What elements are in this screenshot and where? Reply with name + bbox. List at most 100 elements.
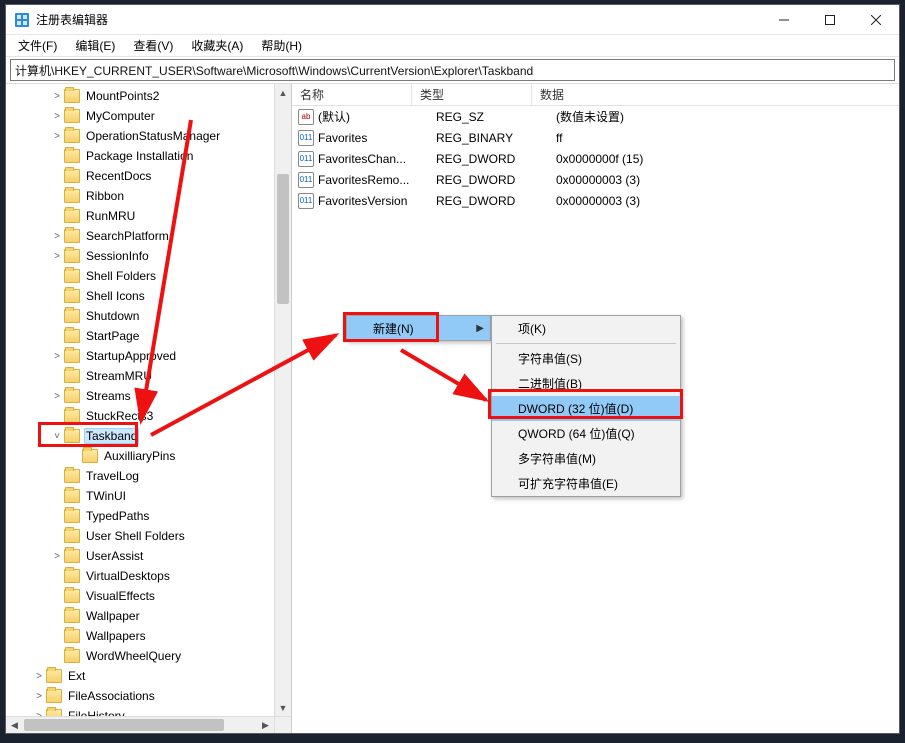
submenu-item-key[interactable]: 项(K): [492, 316, 680, 341]
tree-item[interactable]: >VisualEffects: [6, 586, 291, 606]
folder-icon: [64, 429, 80, 443]
context-item-new[interactable]: 新建(N) ▶: [347, 316, 490, 340]
folder-icon: [64, 489, 80, 503]
scroll-up-button[interactable]: ▲: [275, 84, 291, 101]
tree-item[interactable]: >RunMRU: [6, 206, 291, 226]
scroll-left-button[interactable]: ◀: [6, 717, 23, 733]
menu-file[interactable]: 文件(F): [12, 36, 63, 55]
tree-item[interactable]: >StartupApproved: [6, 346, 291, 366]
menu-favorites[interactable]: 收藏夹(A): [185, 36, 249, 55]
folder-icon: [64, 409, 80, 423]
tree-item[interactable]: >VirtualDesktops: [6, 566, 291, 586]
tree-item[interactable]: > SessionInfo: [6, 246, 291, 266]
maximize-button[interactable]: [807, 5, 853, 35]
value-data: ff: [548, 131, 899, 145]
chevron-right-icon[interactable]: >: [50, 351, 64, 362]
tree-item[interactable]: >TravelLog: [6, 466, 291, 486]
tree-item[interactable]: >Shell Folders: [6, 266, 291, 286]
column-data[interactable]: 数据: [532, 84, 899, 105]
minimize-button[interactable]: [761, 5, 807, 35]
tree-item[interactable]: >AuxilliaryPins: [6, 446, 291, 466]
tree-item[interactable]: >StuckRects3: [6, 406, 291, 426]
chevron-right-icon[interactable]: >: [50, 391, 64, 402]
chevron-right-icon[interactable]: >: [32, 671, 46, 682]
tree-item[interactable]: >Wallpapers: [6, 626, 291, 646]
column-name[interactable]: 名称: [292, 84, 412, 105]
menu-view[interactable]: 查看(V): [127, 36, 179, 55]
menu-separator: [496, 343, 676, 344]
scroll-thumb[interactable]: [277, 174, 289, 304]
chevron-right-icon[interactable]: >: [50, 111, 64, 122]
scroll-h-thumb[interactable]: [24, 719, 224, 731]
address-bar[interactable]: 计算机\HKEY_CURRENT_USER\Software\Microsoft…: [10, 59, 895, 81]
tree-item[interactable]: >TWinUI: [6, 486, 291, 506]
chevron-right-icon[interactable]: >: [50, 91, 64, 102]
tree-item-label: User Shell Folders: [84, 529, 187, 543]
tree-item[interactable]: >RecentDocs: [6, 166, 291, 186]
folder-icon: [82, 449, 98, 463]
submenu-item-dword[interactable]: DWORD (32 位)值(D): [492, 396, 680, 421]
titlebar[interactable]: 注册表编辑器: [6, 5, 899, 35]
close-icon: [871, 15, 881, 25]
chevron-right-icon[interactable]: >: [50, 231, 64, 242]
tree-item[interactable]: >FileAssociations: [6, 686, 291, 706]
submenu-item-qword[interactable]: QWORD (64 位)值(Q): [492, 421, 680, 446]
list-row[interactable]: ab(默认)REG_SZ(数值未设置): [292, 106, 899, 127]
tree-item-label: Ribbon: [84, 189, 126, 203]
tree-item[interactable]: >Streams: [6, 386, 291, 406]
binary-value-icon: 011: [298, 151, 314, 167]
tree-item-label: SearchPlatform: [84, 229, 171, 243]
tree-item[interactable]: >Ribbon: [6, 186, 291, 206]
list-row[interactable]: 011FavoritesChan...REG_DWORD0x0000000f (…: [292, 148, 899, 169]
folder-icon: [46, 669, 62, 683]
list-row[interactable]: 011FavoritesVersionREG_DWORD0x00000003 (…: [292, 190, 899, 211]
tree-item[interactable]: >User Shell Folders: [6, 526, 291, 546]
tree-item[interactable]: >Shutdown: [6, 306, 291, 326]
submenu-item-binary[interactable]: 二进制值(B): [492, 371, 680, 396]
menu-edit[interactable]: 编辑(E): [69, 36, 121, 55]
tree-item[interactable]: >Shell Icons: [6, 286, 291, 306]
tree-item-label: SessionInfo: [84, 249, 151, 263]
list-row[interactable]: 011FavoritesRemo...REG_DWORD0x00000003 (…: [292, 169, 899, 190]
menu-help[interactable]: 帮助(H): [255, 36, 308, 55]
list-row[interactable]: 011FavoritesREG_BINARYff: [292, 127, 899, 148]
tree-list: >MountPoints2>MyComputer>OperationStatus…: [6, 84, 291, 728]
tree-horizontal-scrollbar[interactable]: ◀ ▶: [6, 716, 291, 733]
tree-item[interactable]: >StartPage: [6, 326, 291, 346]
submenu-item-expand[interactable]: 可扩充字符串值(E): [492, 471, 680, 496]
tree-item[interactable]: >TypedPaths: [6, 506, 291, 526]
folder-icon: [64, 649, 80, 663]
tree-vertical-scrollbar[interactable]: ▲ ▼: [274, 84, 291, 716]
tree-item[interactable]: >MountPoints2: [6, 86, 291, 106]
chevron-right-icon[interactable]: >: [32, 691, 46, 702]
chevron-right-icon[interactable]: >: [50, 251, 64, 262]
string-value-icon: ab: [298, 109, 314, 125]
folder-icon: [64, 269, 80, 283]
chevron-right-icon[interactable]: >: [50, 131, 64, 142]
scroll-down-button[interactable]: ▼: [275, 699, 291, 716]
tree-item[interactable]: >MyComputer: [6, 106, 291, 126]
tree-item[interactable]: >OperationStatusManager: [6, 126, 291, 146]
folder-icon: [64, 169, 80, 183]
tree-item[interactable]: > SearchPlatform: [6, 226, 291, 246]
column-type[interactable]: 类型: [412, 84, 532, 105]
chevron-down-icon[interactable]: ˅: [50, 431, 64, 442]
close-button[interactable]: [853, 5, 899, 35]
tree-item[interactable]: >StreamMRU: [6, 366, 291, 386]
folder-icon: [64, 509, 80, 523]
folder-icon: [46, 689, 62, 703]
tree-item[interactable]: >WordWheelQuery: [6, 646, 291, 666]
tree-item[interactable]: >Wallpaper: [6, 606, 291, 626]
folder-icon: [64, 189, 80, 203]
submenu-item-multi[interactable]: 多字符串值(M): [492, 446, 680, 471]
tree-item-label: Ext: [66, 669, 87, 683]
scroll-right-button[interactable]: ▶: [257, 717, 274, 733]
tree-item[interactable]: > Ext: [6, 666, 291, 686]
tree-item-label: Taskband: [84, 428, 139, 444]
tree-item[interactable]: >UserAssist: [6, 546, 291, 566]
tree-item[interactable]: ˅ Taskband: [6, 426, 291, 446]
folder-icon: [64, 329, 80, 343]
submenu-item-string[interactable]: 字符串值(S): [492, 346, 680, 371]
tree-item[interactable]: >Package Installation: [6, 146, 291, 166]
chevron-right-icon[interactable]: >: [50, 551, 64, 562]
